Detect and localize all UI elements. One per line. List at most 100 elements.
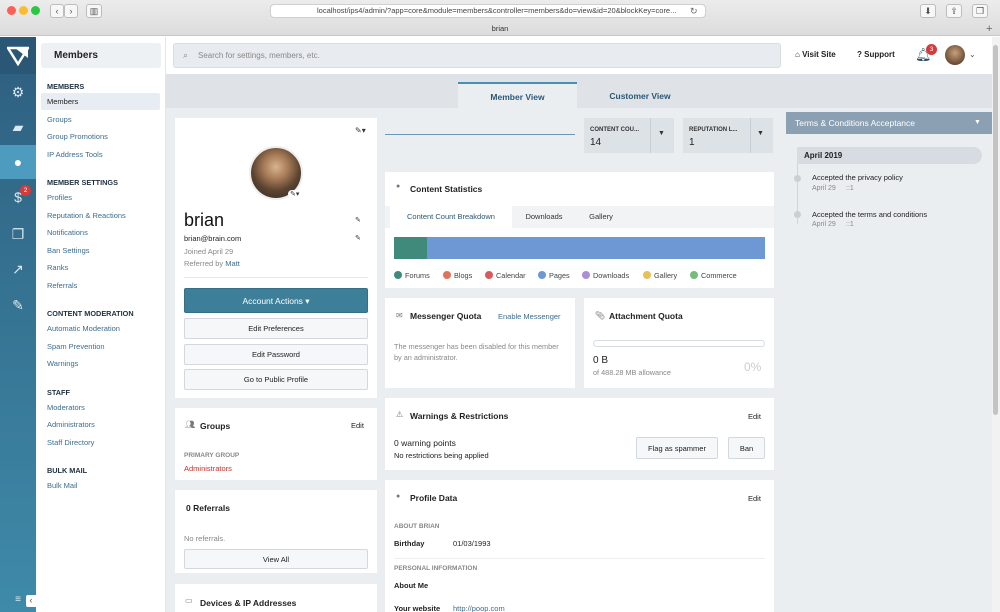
divider bbox=[394, 558, 765, 559]
download-icon[interactable]: ⬇ bbox=[920, 4, 936, 18]
user-avatar[interactable] bbox=[945, 45, 965, 65]
view-all-referrals-button[interactable]: View All bbox=[184, 549, 368, 569]
nav-item-group-promotions[interactable]: Group Promotions bbox=[41, 128, 160, 145]
tab-content-count-breakdown[interactable]: Content Count Breakdown bbox=[390, 206, 512, 228]
forward-button[interactable]: › bbox=[64, 4, 78, 18]
top-bar: ⌕ Search for settings, members, etc. ⌂ V… bbox=[166, 37, 992, 74]
tabs-icon[interactable]: ❐ bbox=[972, 4, 988, 18]
page-scrollbar[interactable] bbox=[992, 37, 1000, 612]
timeline-event-ip: ::1 bbox=[846, 185, 854, 192]
primary-group-value[interactable]: Administrators bbox=[184, 464, 232, 473]
groups-edit-link[interactable]: Edit bbox=[351, 421, 364, 430]
timeline-event-date: April 29 bbox=[812, 185, 836, 192]
support-link[interactable]: ? Support bbox=[857, 50, 895, 59]
nav-item-administrators[interactable]: Administrators bbox=[41, 416, 160, 433]
tab-member-view[interactable]: Member View bbox=[458, 82, 577, 110]
legend-dot bbox=[643, 271, 651, 279]
nav-item-ip-address-tools[interactable]: IP Address Tools bbox=[41, 146, 160, 163]
nav-item-spam-prevention[interactable]: Spam Prevention bbox=[41, 338, 160, 355]
forums-segment[interactable] bbox=[394, 237, 428, 259]
nav-item-referrals[interactable]: Referrals bbox=[41, 277, 160, 294]
enable-messenger-link[interactable]: Enable Messenger bbox=[498, 312, 561, 321]
user-icon[interactable]: ● bbox=[0, 145, 36, 179]
nav-item-bulk-mail[interactable]: Bulk Mail bbox=[41, 477, 160, 494]
user-icon: ● bbox=[396, 493, 401, 500]
legend-pages[interactable]: Pages bbox=[538, 271, 570, 280]
legend-forums[interactable]: Forums bbox=[394, 271, 430, 280]
tab-title[interactable]: brian bbox=[0, 22, 1000, 36]
website-link[interactable]: http://poop.com bbox=[453, 604, 505, 612]
nav-item-ban-settings[interactable]: Ban Settings bbox=[41, 242, 160, 259]
edit-password-button[interactable]: Edit Password bbox=[184, 344, 368, 365]
nav-item-members[interactable]: Members bbox=[41, 93, 160, 110]
nav-item-warnings[interactable]: Warnings bbox=[41, 355, 160, 372]
member-name: brian bbox=[184, 210, 225, 230]
warnings-edit-link[interactable]: Edit bbox=[748, 412, 761, 421]
search-input[interactable]: ⌕ Search for settings, members, etc. bbox=[173, 43, 781, 68]
legend-dot bbox=[394, 271, 402, 279]
legend-gallery[interactable]: Gallery bbox=[643, 271, 677, 280]
nav-item-reputation[interactable]: Reputation & Reactions bbox=[41, 207, 160, 224]
visit-site-link[interactable]: ⌂ Visit Site bbox=[795, 50, 836, 59]
legend-downloads[interactable]: Downloads bbox=[582, 271, 629, 280]
new-tab-icon[interactable]: + bbox=[986, 22, 992, 36]
reload-icon[interactable]: ↻ bbox=[690, 6, 698, 17]
brush-icon[interactable]: ✎ bbox=[0, 288, 36, 322]
users-icon: 👥︎ bbox=[185, 420, 196, 429]
dollar-icon[interactable]: $ bbox=[0, 180, 36, 214]
nav-item-notifications[interactable]: Notifications bbox=[41, 224, 160, 241]
nav-item-moderators[interactable]: Moderators bbox=[41, 399, 160, 416]
legend-commerce[interactable]: Commerce bbox=[690, 271, 737, 280]
warnings-card: ⚠ Warnings & Restrictions Edit 0 warning… bbox=[385, 398, 774, 470]
close-window-button[interactable] bbox=[7, 6, 16, 15]
search-placeholder: Search for settings, members, etc. bbox=[198, 51, 320, 60]
tab-gallery[interactable]: Gallery bbox=[576, 206, 626, 228]
nav-item-profiles[interactable]: Profiles bbox=[41, 189, 160, 206]
nav-item-ranks[interactable]: Ranks bbox=[41, 259, 160, 276]
content-count-filter[interactable]: CONTENT COU... 14 ▼ bbox=[584, 118, 674, 153]
chevron-down-icon[interactable]: ⌄ bbox=[969, 50, 976, 59]
nav-section-members: MEMBERS bbox=[47, 82, 85, 91]
zoom-window-button[interactable] bbox=[31, 6, 40, 15]
edit-name-icon[interactable]: ✎ bbox=[355, 216, 361, 224]
caret-down-icon: ▼ bbox=[658, 130, 665, 137]
legend-blogs[interactable]: Blogs bbox=[443, 271, 472, 280]
tab-customer-view[interactable]: Customer View bbox=[577, 82, 703, 110]
edit-email-icon[interactable]: ✎ bbox=[355, 234, 361, 242]
scrollbar-thumb[interactable] bbox=[993, 45, 998, 415]
share-icon[interactable]: ⇪ bbox=[946, 4, 962, 18]
chat-icon[interactable]: ▰ bbox=[0, 110, 36, 144]
back-button[interactable]: ‹ bbox=[50, 4, 64, 18]
minimize-window-button[interactable] bbox=[19, 6, 28, 15]
tab-downloads[interactable]: Downloads bbox=[512, 206, 576, 228]
sidebar-toggle-icon[interactable]: ▥ bbox=[86, 4, 102, 18]
logo-icon[interactable] bbox=[0, 37, 36, 74]
address-bar[interactable]: localhost/ips4/admin/?app=core&module=me… bbox=[270, 4, 706, 18]
public-profile-button[interactable]: Go to Public Profile bbox=[184, 369, 368, 390]
legend-calendar[interactable]: Calendar bbox=[485, 271, 526, 280]
chart-icon[interactable]: ↗ bbox=[0, 252, 36, 286]
timeline-month: April 2019 bbox=[797, 147, 982, 164]
nav-item-automatic-moderation[interactable]: Automatic Moderation bbox=[41, 320, 160, 337]
collapse-nav-icon[interactable]: ‹ bbox=[26, 595, 36, 607]
gears-icon[interactable]: ⚙ bbox=[0, 75, 36, 109]
nav-item-staff-directory[interactable]: Staff Directory bbox=[41, 434, 160, 451]
flag-spammer-button[interactable]: Flag as spammer bbox=[636, 437, 718, 459]
filter-divider bbox=[650, 118, 651, 153]
profile-data-edit-link[interactable]: Edit bbox=[748, 494, 761, 503]
referrer-link[interactable]: Matt bbox=[225, 259, 240, 268]
birthday-value: 01/03/1993 bbox=[453, 539, 491, 548]
edit-cover-icon[interactable]: ✎▾ bbox=[355, 126, 366, 135]
devices-card: ▭ Devices & IP Addresses bbox=[175, 584, 377, 612]
account-actions-button[interactable]: Account Actions ▾ bbox=[184, 288, 368, 313]
restrictions-status: No restrictions being applied bbox=[394, 451, 489, 460]
reputation-filter[interactable]: REPUTATION L... 1 ▼ bbox=[683, 118, 773, 153]
messenger-quota-title: Messenger Quota bbox=[410, 311, 482, 321]
profile-data-title: Profile Data bbox=[410, 493, 458, 503]
ban-button[interactable]: Ban bbox=[728, 437, 765, 459]
terms-select[interactable]: Terms & Conditions Acceptance ▼ bbox=[786, 112, 992, 134]
edit-preferences-button[interactable]: Edit Preferences bbox=[184, 318, 368, 339]
copy-icon[interactable]: ❐ bbox=[0, 217, 36, 251]
edit-photo-icon[interactable]: ✎▾ bbox=[288, 190, 302, 198]
nav-item-groups[interactable]: Groups bbox=[41, 111, 160, 128]
